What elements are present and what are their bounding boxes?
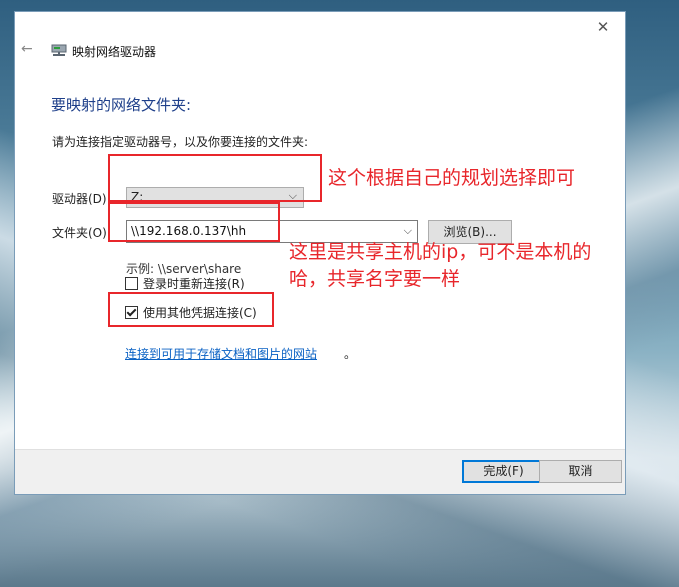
link-suffix: 。: [344, 347, 357, 361]
folder-annotation-box: [108, 202, 280, 242]
cancel-button[interactable]: 取消: [539, 460, 622, 483]
folder-annotation-text-line1: 这里是共享主机的ip，可不是本机的: [289, 241, 592, 263]
finish-button[interactable]: 完成(F): [462, 460, 545, 483]
reconnect-checkbox[interactable]: [125, 277, 138, 290]
instruction-text: 请为连接指定驱动器号，以及你要连接的文件夹:: [52, 135, 309, 149]
dialog-header: ← 映射网络驱动器: [15, 12, 625, 59]
credentials-annotation-box: [108, 292, 274, 327]
folder-label: 文件夹(O):: [52, 226, 111, 240]
folder-annotation-text-line2: 哈，共享名字要一样: [289, 268, 461, 290]
dialog-title: 映射网络驱动器: [72, 45, 157, 59]
dialog-footer: 完成(F) 取消: [15, 449, 625, 494]
storage-website-link[interactable]: 连接到可用于存储文档和图片的网站: [125, 345, 317, 362]
drive-annotation-text: 这个根据自己的规划选择即可: [328, 167, 576, 189]
chevron-down-icon[interactable]: ⌵: [404, 224, 412, 238]
reconnect-label: 登录时重新连接(R): [143, 277, 245, 291]
drive-label: 驱动器(D):: [52, 192, 111, 206]
reconnect-checkbox-row[interactable]: 登录时重新连接(R): [125, 275, 245, 292]
back-arrow-icon[interactable]: ←: [21, 41, 33, 57]
drive-annotation-box: [108, 154, 322, 202]
network-drive-icon: [51, 44, 67, 56]
section-heading: 要映射的网络文件夹:: [51, 96, 192, 114]
